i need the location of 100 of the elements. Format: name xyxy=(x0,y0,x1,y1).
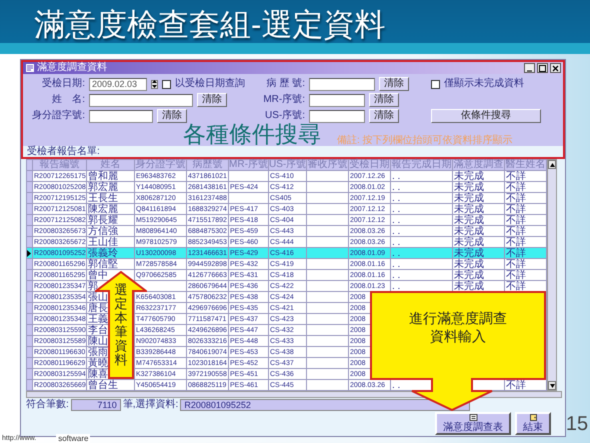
table-cell: 曾台生 xyxy=(88,380,118,390)
close-button[interactable] xyxy=(550,63,561,73)
column-header[interactable]: 受檢日期 xyxy=(348,160,390,170)
table-cell: . . xyxy=(392,282,400,290)
table-cell: 郭宏麗 xyxy=(88,182,118,192)
survey-button[interactable]: 滿意度調查表 xyxy=(435,412,511,435)
spinner-icon[interactable] xyxy=(152,80,157,88)
input-field[interactable] xyxy=(309,78,375,90)
callout-text: 進行滿意度調查 資料輸入 xyxy=(408,309,508,345)
table-cell: . . xyxy=(392,238,400,246)
table-cell: . . xyxy=(392,182,400,192)
table-cell: . . xyxy=(392,194,400,202)
maximize-icon xyxy=(539,64,546,72)
table-cell: 不詳 xyxy=(506,238,526,246)
checkbox[interactable] xyxy=(431,80,440,88)
field-label: MR-序號: xyxy=(262,94,305,106)
table-cell: 郭長耀 xyxy=(88,216,118,224)
table-cell: 曾中 xyxy=(88,270,108,280)
checkbox-label: 以受檢日期查詢 xyxy=(175,78,245,90)
column-header[interactable]: 姓名 xyxy=(86,160,134,170)
scroll-up-icon xyxy=(550,162,554,166)
minimize-button[interactable] xyxy=(524,63,535,73)
callout-text: 各種條件搜尋 xyxy=(183,123,321,146)
column-header[interactable]: 病歷號 xyxy=(186,160,228,170)
table-cell: 陳山 xyxy=(88,336,108,346)
field-label: 病 歷 號: xyxy=(266,78,305,90)
table-cell: 未完成 xyxy=(454,260,484,268)
table-cell: 李台 xyxy=(88,326,108,334)
clear-button[interactable]: 清除 xyxy=(369,109,399,123)
table-cell: 未完成 xyxy=(454,238,484,246)
column-header[interactable]: 身分證字號 xyxy=(134,160,186,170)
field-label: 受檢日期: xyxy=(41,78,85,90)
door-icon xyxy=(528,414,538,421)
window-title: 滿意度調查資料 xyxy=(37,63,107,73)
table-cell: 不詳 xyxy=(506,226,526,236)
document-icon xyxy=(468,414,478,421)
table-cell: 不詳 xyxy=(506,270,526,280)
field-label: 姓 名: xyxy=(51,94,85,106)
status-label: 筆,選擇資料: xyxy=(122,399,178,411)
close-icon xyxy=(552,64,559,72)
status-label: 符合筆數: xyxy=(26,399,69,411)
table-cell: 張山 xyxy=(88,292,108,302)
table-cell: 王長生 xyxy=(88,194,118,202)
list-label: 受檢者報告名單: xyxy=(23,146,563,157)
table-cell: 不詳 xyxy=(506,248,526,258)
field-label: US-序號: xyxy=(264,110,305,122)
column-header[interactable]: US-序號 xyxy=(268,160,306,170)
table-cell: 未完成 xyxy=(454,182,484,192)
table-cell: 未完成 xyxy=(454,172,484,180)
column-header[interactable]: 醫生姓名 xyxy=(504,160,546,170)
column-header[interactable]: MR-序號 xyxy=(228,160,268,170)
input-field[interactable] xyxy=(89,110,153,122)
table-cell: . . xyxy=(392,216,400,224)
clear-button[interactable]: 清除 xyxy=(369,93,399,107)
footer-logo: software xyxy=(56,434,90,443)
callout-text: 選定本筆資料 xyxy=(114,283,128,367)
slide-title: 滿意度檢查套組-選定資料 xyxy=(34,7,386,43)
column-header[interactable]: 審收序號 xyxy=(306,160,348,170)
selected-id-field: R200801095252 xyxy=(180,399,470,411)
column-header[interactable]: 報告編號 xyxy=(32,160,86,170)
clear-button[interactable]: 清除 xyxy=(157,109,187,123)
table-cell: 不詳 xyxy=(506,216,526,224)
table-cell: 未完成 xyxy=(454,216,484,224)
note-text: 備註: 按下列欄位抬頭可依資料排序顯示 xyxy=(337,135,513,146)
table-cell: 曾和麗 xyxy=(88,172,118,180)
table-cell: 不詳 xyxy=(506,182,526,192)
app-icon xyxy=(25,63,35,73)
input-field[interactable] xyxy=(309,94,365,106)
column-header[interactable]: 滿意度調查 xyxy=(452,160,504,170)
clear-button[interactable]: 清除 xyxy=(197,93,227,107)
clear-button[interactable]: 清除 xyxy=(379,77,409,91)
table-cell: 不詳 xyxy=(506,282,526,290)
table-cell: 不詳 xyxy=(506,204,526,214)
table-cell: . . xyxy=(392,204,400,214)
table-cell: 未完成 xyxy=(454,248,484,258)
table-cell: 張義玲 xyxy=(88,248,118,258)
exit-button[interactable]: 結束 xyxy=(515,412,551,435)
table-cell: 未完成 xyxy=(454,226,484,236)
table-cell: 不詳 xyxy=(506,260,526,268)
checkbox[interactable] xyxy=(162,80,171,88)
vertical-scrollbar[interactable] xyxy=(547,159,557,391)
date-field[interactable]: 2009.02.03 xyxy=(89,78,147,90)
table-cell: . . xyxy=(392,172,400,180)
table-cell: . . xyxy=(392,380,400,390)
column-header[interactable]: 報告完成日期 xyxy=(390,160,452,170)
table-cell: . . xyxy=(392,260,400,268)
table-cell: 郭 xyxy=(88,282,98,290)
maximize-button[interactable] xyxy=(537,63,548,73)
input-field[interactable] xyxy=(309,110,365,122)
table-cell: 未完成 xyxy=(454,204,484,214)
row-selector[interactable] xyxy=(26,248,32,258)
table-cell: 未完成 xyxy=(454,194,484,202)
table-cell: . . xyxy=(392,270,400,280)
table-cell: 未完成 xyxy=(454,270,484,280)
search-button[interactable]: 依條件搜尋 xyxy=(431,109,541,123)
table-cell: 不詳 xyxy=(506,194,526,202)
count-field: 7110 xyxy=(70,399,121,411)
table-cell: 未完成 xyxy=(454,282,484,290)
table-cell: 張雨 xyxy=(88,348,108,356)
input-field[interactable] xyxy=(89,94,193,106)
